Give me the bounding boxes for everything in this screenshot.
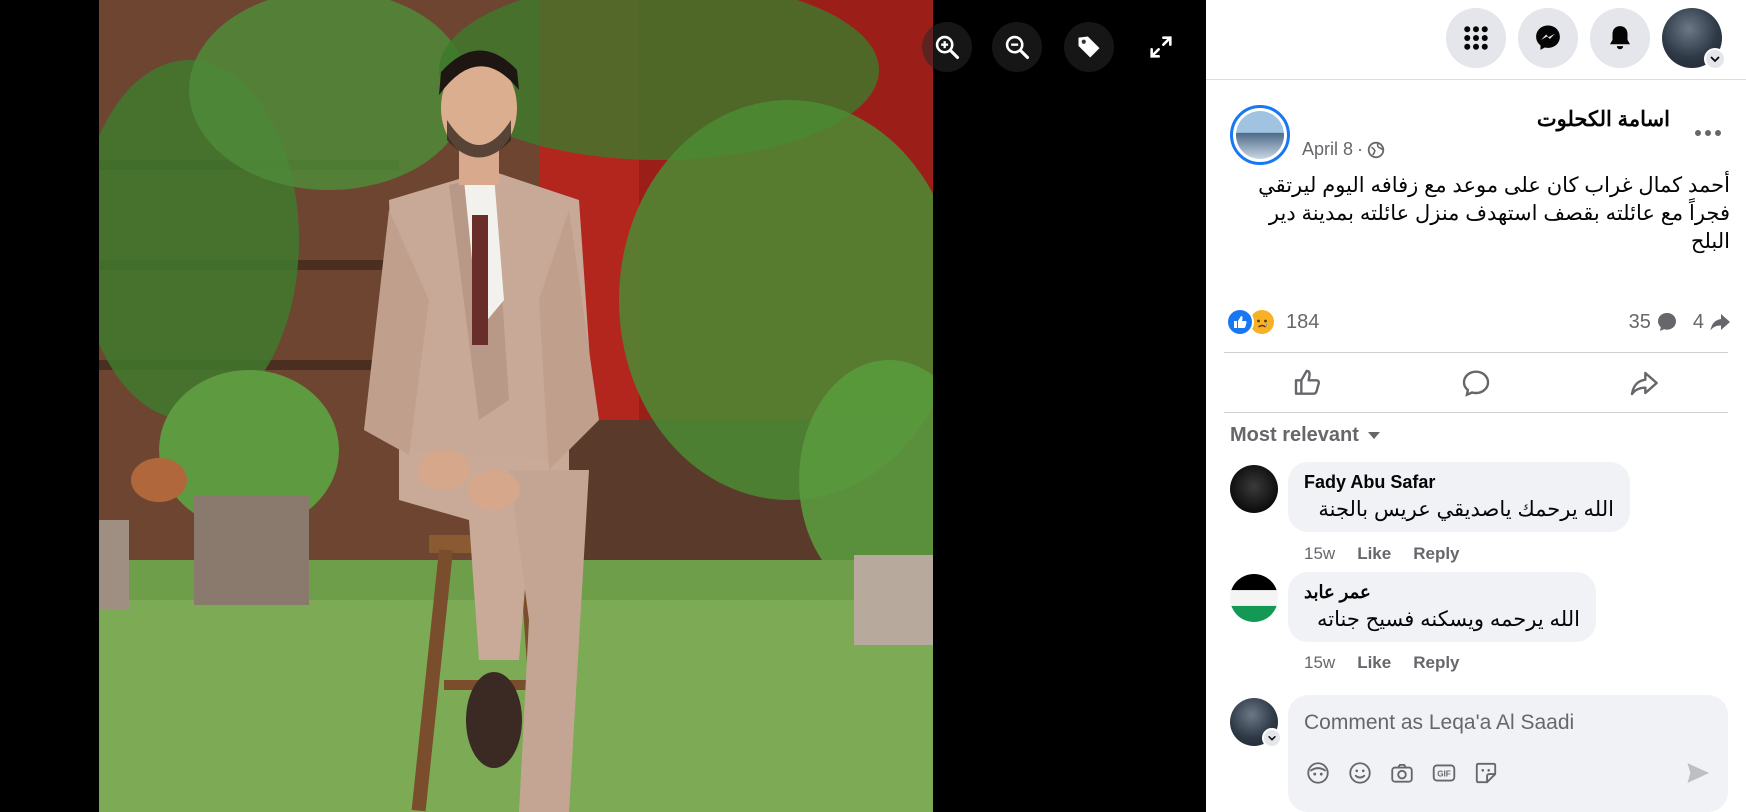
notifications-button[interactable]	[1590, 8, 1650, 68]
comment-button[interactable]	[1392, 358, 1560, 408]
commenter-avatar[interactable]	[1230, 465, 1278, 513]
comment-composer: GIF	[1288, 695, 1728, 812]
reactions-summary[interactable]: 184	[1226, 308, 1319, 336]
messenger-button[interactable]	[1518, 8, 1578, 68]
share-button[interactable]	[1560, 358, 1728, 408]
comment-icon	[1462, 370, 1490, 397]
divider	[1224, 352, 1728, 353]
avatar-sticker-button[interactable]	[1304, 759, 1332, 787]
comments-count: 35	[1628, 310, 1651, 333]
post-photo[interactable]	[99, 0, 933, 812]
comment-like-link[interactable]: Like	[1357, 653, 1391, 673]
comment-author[interactable]: عمر عابد	[1304, 582, 1580, 603]
comment-bubble: Fady Abu Safar الله يرحمك ياصديقي عريس ب…	[1288, 462, 1630, 532]
comment-meta: 15w Like Reply	[1304, 544, 1460, 564]
share-icon	[1630, 371, 1658, 396]
engagement-counts: 35 4	[1629, 310, 1732, 334]
post-meta: April 8 ·	[1302, 139, 1385, 160]
comment-meta: 15w Like Reply	[1304, 653, 1460, 673]
camera-button[interactable]	[1388, 759, 1416, 787]
comment-bubble: عمر عابد الله يرحمه ويسكنه فسيح جناته	[1288, 572, 1596, 642]
avatar-image	[1236, 111, 1284, 159]
thumbs-up-icon	[1294, 369, 1320, 395]
fullscreen-icon	[1150, 36, 1172, 58]
comment-bubble-icon	[1657, 313, 1676, 331]
post-panel: اسامة الكحلوت April 8 · أحمد كمال غراب ك…	[1206, 0, 1746, 812]
chevron-down-icon	[1710, 56, 1720, 63]
caret-down-icon	[1367, 431, 1380, 439]
post-actions	[1224, 358, 1728, 408]
divider	[1224, 412, 1728, 413]
post-author-name[interactable]: اسامة الكحلوت	[1537, 107, 1670, 132]
globe-icon	[1367, 141, 1385, 158]
comments-count-link[interactable]: 35	[1629, 310, 1679, 334]
account-menu-chevron[interactable]	[1704, 48, 1726, 70]
comment-reply-link[interactable]: Reply	[1413, 653, 1459, 673]
commenter-avatar[interactable]	[1230, 574, 1278, 622]
profile-switch-chevron[interactable]	[1262, 728, 1282, 748]
apps-menu-icon	[1464, 26, 1488, 50]
gif-button[interactable]: GIF	[1430, 759, 1458, 787]
sticker-icon	[1475, 762, 1497, 784]
like-button[interactable]	[1224, 358, 1392, 408]
shares-count: 4	[1692, 310, 1704, 333]
zoom-out-icon	[1005, 35, 1030, 60]
zoom-in-button[interactable]	[922, 22, 972, 72]
meta-separator: ·	[1357, 139, 1364, 159]
composer-tools: GIF	[1304, 759, 1500, 787]
sticker-button[interactable]	[1472, 759, 1500, 787]
zoom-in-icon	[935, 35, 960, 60]
messenger-icon	[1536, 25, 1560, 50]
more-dots-icon	[1695, 130, 1721, 136]
avatar-sticker-icon	[1307, 762, 1329, 784]
comment-like-link[interactable]: Like	[1357, 544, 1391, 564]
send-icon[interactable]	[1684, 759, 1712, 787]
top-bar	[1206, 0, 1746, 80]
sort-label: Most relevant	[1230, 424, 1359, 446]
zoom-out-button[interactable]	[992, 22, 1042, 72]
comment-input[interactable]	[1304, 707, 1704, 739]
post-text: أحمد كمال غراب كان على موعد مع زفافه الي…	[1258, 174, 1730, 253]
fullscreen-button[interactable]	[1136, 22, 1186, 72]
photo-illustration	[99, 0, 933, 812]
comment-text: الله يرحمك ياصديقي عريس بالجنة	[1318, 498, 1614, 521]
photo-viewer	[0, 0, 1206, 812]
tag-button[interactable]	[1064, 22, 1114, 72]
tag-icon	[1078, 36, 1100, 58]
post-author-avatar[interactable]	[1230, 105, 1290, 165]
gif-icon: GIF	[1432, 764, 1456, 782]
chevron-down-icon	[1268, 736, 1276, 741]
emoji-button[interactable]	[1346, 759, 1374, 787]
notifications-icon	[1610, 26, 1630, 50]
comment-sort-dropdown[interactable]: Most relevant	[1230, 424, 1381, 447]
shares-count-link[interactable]: 4	[1693, 310, 1732, 334]
apps-menu-button[interactable]	[1446, 8, 1506, 68]
svg-text:GIF: GIF	[1437, 769, 1451, 778]
like-reaction-icon	[1226, 308, 1254, 336]
emoji-icon	[1349, 762, 1371, 784]
post-more-options-button[interactable]	[1688, 118, 1728, 148]
comment-text: الله يرحمه ويسكنه فسيح جناته	[1317, 608, 1580, 631]
comment-time[interactable]: 15w	[1304, 653, 1335, 673]
comment-time[interactable]: 15w	[1304, 544, 1335, 564]
comment-reply-link[interactable]: Reply	[1413, 544, 1459, 564]
comment-author[interactable]: Fady Abu Safar	[1304, 472, 1614, 493]
share-arrow-icon	[1710, 314, 1730, 331]
reaction-count[interactable]: 184	[1286, 311, 1319, 334]
post-date[interactable]: April 8	[1302, 139, 1353, 160]
camera-icon	[1391, 763, 1413, 783]
